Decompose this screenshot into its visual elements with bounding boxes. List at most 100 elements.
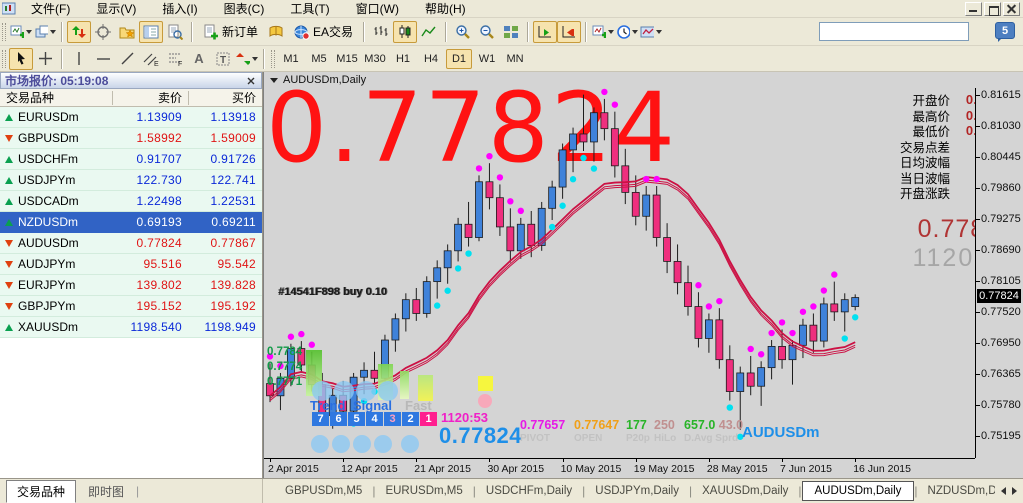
line-chart-button[interactable] <box>417 21 441 43</box>
timeframe-buttons: M1 M5 M15 M30 H1 H4 D1 W1 MN <box>278 48 528 69</box>
terminal-button[interactable] <box>163 21 187 43</box>
new-chart-button[interactable] <box>9 21 33 43</box>
price-axis[interactable]: 0.77824 0.81615 0.81030 0.80445 0.79860 0.79… <box>975 88 1023 458</box>
timeframe-H1[interactable]: H1 <box>390 49 416 69</box>
menu-item[interactable]: 图表(C) <box>211 0 278 18</box>
history-button[interactable] <box>264 21 288 43</box>
close-icon[interactable] <box>244 74 257 87</box>
menu-item[interactable]: 插入(I) <box>149 0 210 18</box>
text-button[interactable]: A <box>187 48 211 70</box>
date-axis[interactable]: 2 Apr 2015 12 Apr 2015 21 Apr 2015 30 Apr 2… <box>264 458 975 478</box>
chevron-down-icon[interactable] <box>270 77 278 83</box>
notifications-badge[interactable]: 5 <box>995 22 1015 42</box>
restore-button[interactable] <box>984 1 1001 16</box>
zoom-in-button[interactable] <box>451 21 475 43</box>
tab-market-watch[interactable]: 交易品种 <box>6 479 77 503</box>
crosshair-button[interactable] <box>33 48 57 70</box>
timeframe-H4[interactable]: H4 <box>418 49 444 69</box>
favorites-button[interactable] <box>115 21 139 43</box>
indicators-button[interactable] <box>591 21 615 43</box>
market-watch-button[interactable] <box>67 20 91 43</box>
auto-scroll-button[interactable] <box>533 20 558 43</box>
signal-label: Signal <box>353 398 393 413</box>
equidistant-channel-button[interactable]: E <box>139 48 163 70</box>
ea-trade-button[interactable]: EA交易 <box>288 21 359 43</box>
stat-OPEN: 0.77647 OPEN <box>574 418 620 444</box>
symbol-row-NZDUSDm[interactable]: NZDUSDm 0.69193 0.69211 <box>0 212 262 233</box>
symbol-row-USDJPYm[interactable]: USDJPYm 122.730 122.741 <box>0 170 262 191</box>
symbol-row-GBPUSDm[interactable]: GBPUSDm 1.58992 1.59009 <box>0 128 262 149</box>
chart-plot[interactable]: 0.77824 #14541F898 buy 0.10 Trend Signal… <box>264 88 1023 458</box>
column-header[interactable]: 卖价 <box>112 90 188 105</box>
data-window-button[interactable] <box>91 21 115 43</box>
symbol-row-USDCADm[interactable]: USDCADm 1.22498 1.22531 <box>0 191 262 212</box>
toolbar-grip[interactable] <box>2 49 6 68</box>
symbol-row-AUDUSDm[interactable]: AUDUSDm 0.77824 0.77867 <box>0 233 262 254</box>
open-trade-label: #14541F898 buy 0.10 <box>278 286 387 298</box>
magnifier-page-icon <box>168 24 183 40</box>
chart-tab-XAUUSDm-Daily[interactable]: XAUUSDm,Daily <box>692 482 798 500</box>
chart-shift-button[interactable] <box>557 20 582 43</box>
menu-item[interactable]: 文件(F) <box>18 0 83 18</box>
signal-circle <box>311 435 329 453</box>
profiles-button[interactable] <box>33 21 57 43</box>
search-input[interactable] <box>820 24 968 39</box>
menu-item[interactable]: 窗口(W) <box>343 0 412 18</box>
trendline-icon <box>121 52 133 65</box>
vertical-line-button[interactable] <box>67 48 91 70</box>
menu-items: 文件(F) 显示(V) 插入(I) 图表(C) 工具(T) 窗口(W) 帮助(H) <box>18 0 479 18</box>
scroll-left-icon[interactable] <box>1001 487 1006 495</box>
fibonacci-icon: F <box>169 52 182 67</box>
timeframe-MN[interactable]: MN <box>502 49 528 69</box>
navigator-button[interactable] <box>139 20 163 43</box>
timeframe-M15[interactable]: M15 <box>334 49 360 69</box>
tab-tick-chart[interactable]: 即时图 <box>78 481 134 502</box>
toolbar-grip[interactable] <box>271 49 275 68</box>
symbol-row-EURUSDm[interactable]: EURUSDm 1.13909 1.13918 <box>0 107 262 128</box>
minimize-button[interactable] <box>965 1 982 16</box>
close-button[interactable] <box>1003 1 1020 16</box>
symbol-row-XAUUSDm[interactable]: XAUUSDm 1198.540 1198.949 <box>0 317 262 338</box>
symbol-row-USDCHFm[interactable]: USDCHFm 0.91707 0.91726 <box>0 149 262 170</box>
trendline-button[interactable] <box>115 48 139 70</box>
zoom-out-button[interactable] <box>475 21 499 43</box>
chart-tab-GBPUSDm-M5[interactable]: GBPUSDm,M5 <box>275 482 372 500</box>
chart-tab-NZDUSDm-Daily[interactable]: NZDUSDm,Daily <box>918 482 995 500</box>
column-header[interactable]: 买价 <box>188 90 262 105</box>
periods-button[interactable] <box>615 21 639 43</box>
timeframe-M1[interactable]: M1 <box>278 49 304 69</box>
new-order-button[interactable]: 新订单 <box>197 21 264 43</box>
horizontal-line-button[interactable] <box>91 48 115 70</box>
chart-tab-USDCHFm-Daily[interactable]: USDCHFm,Daily <box>476 482 582 500</box>
arrows-tool-button[interactable] <box>235 48 259 70</box>
crosshair-icon <box>38 52 52 65</box>
menu-item[interactable]: 工具(T) <box>277 0 342 18</box>
chart-tab-USDJPYm-Daily[interactable]: USDJPYm,Daily <box>585 482 689 500</box>
menu-item[interactable]: 帮助(H) <box>412 0 479 18</box>
bar-chart-button[interactable] <box>369 21 393 43</box>
text-label-button[interactable]: T <box>211 48 235 70</box>
timeframe-D1[interactable]: D1 <box>446 48 472 69</box>
toolbar-grip[interactable] <box>2 22 6 41</box>
date-tick: 21 Apr 2015 <box>414 459 471 475</box>
chart-tab-EURUSDm-M5[interactable]: EURUSDm,M5 <box>375 482 472 500</box>
timeframe-W1[interactable]: W1 <box>474 49 500 69</box>
symbol-row-GBPJPYm[interactable]: GBPJPYm 195.152 195.192 <box>0 296 262 317</box>
current-price-marker: 0.77824 <box>977 289 1021 304</box>
column-header[interactable]: 交易品种 <box>0 89 112 106</box>
chart-tab-AUDUSDm-Daily[interactable]: AUDUSDm,Daily <box>801 481 915 501</box>
scroll-right-icon[interactable] <box>1012 487 1017 495</box>
symbol-row-EURJPYm[interactable]: EURJPYm 139.802 139.828 <box>0 275 262 296</box>
bid-cell: 0.69193 <box>136 215 182 229</box>
timeframe-M5[interactable]: M5 <box>306 49 332 69</box>
chevron-down-icon <box>656 29 663 34</box>
symbol-row-AUDJPYm[interactable]: AUDJPYm 95.516 95.542 <box>0 254 262 275</box>
count-box-2: 2 <box>402 412 419 426</box>
fibonacci-button[interactable]: F <box>163 48 187 70</box>
templates-button[interactable] <box>639 21 663 43</box>
candlestick-chart-button[interactable] <box>393 20 418 43</box>
tile-windows-button[interactable] <box>499 21 523 43</box>
cursor-button[interactable] <box>9 47 33 70</box>
timeframe-M30[interactable]: M30 <box>362 49 388 69</box>
menu-item[interactable]: 显示(V) <box>83 0 149 18</box>
